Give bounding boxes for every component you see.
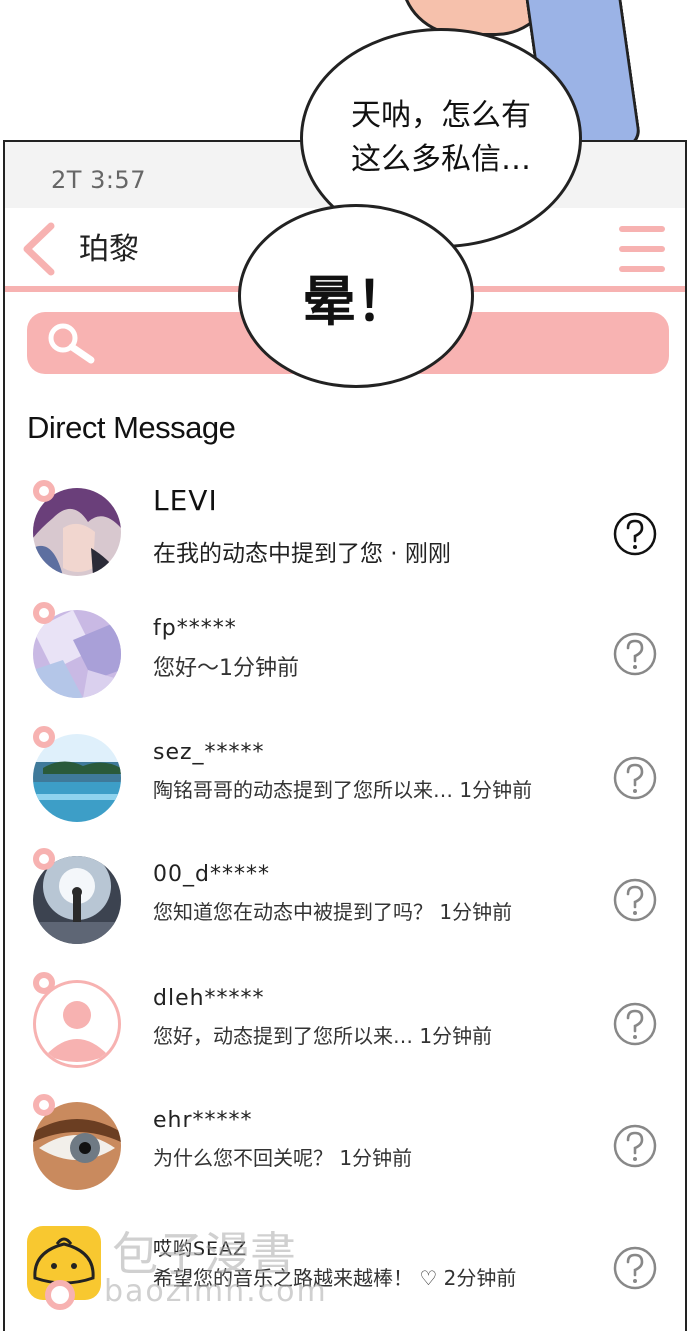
message-preview: 您知道您在动态中被提到了吗？ 1分钟前 bbox=[153, 900, 513, 924]
speech-bubble-text: 晕！ bbox=[302, 269, 410, 333]
sender-name: 00_d***** bbox=[153, 862, 270, 887]
back-chevron-icon[interactable] bbox=[17, 222, 61, 276]
unread-dot bbox=[33, 848, 55, 870]
message-preview: 在我的动态中提到了您 · 刚刚 bbox=[153, 541, 451, 567]
speech-bubble-text: 天呐，怎么有 这么多私信… bbox=[351, 98, 531, 177]
message-row[interactable]: dleh***** 您好，动态提到了您所以来… 1分钟前 bbox=[5, 972, 685, 1082]
question-circle-icon[interactable] bbox=[613, 632, 657, 676]
message-row[interactable]: fp***** 您好～1分钟前 bbox=[5, 602, 685, 712]
question-circle-icon[interactable] bbox=[613, 878, 657, 922]
speech-bubble: 晕！ bbox=[238, 204, 474, 388]
section-title: Direct Message bbox=[27, 410, 236, 445]
unread-dot bbox=[33, 480, 55, 502]
carrier-label: 2T bbox=[51, 166, 82, 194]
sender-name: sez_***** bbox=[153, 740, 265, 765]
unread-dot bbox=[33, 602, 55, 624]
hamburger-menu-icon[interactable] bbox=[619, 226, 665, 272]
question-circle-icon[interactable] bbox=[613, 512, 657, 556]
message-preview: 陶铭哥哥的动态提到了您所以来… 1分钟前 bbox=[153, 778, 533, 802]
question-circle-icon[interactable] bbox=[613, 1246, 657, 1290]
sender-name: fp***** bbox=[153, 616, 237, 641]
clock: 3:57 bbox=[90, 166, 146, 194]
status-text: 2T 3:57 bbox=[51, 166, 146, 194]
message-row[interactable]: 哎哟SEAZ 希望您的音乐之路越来越棒！ ♡ 2分钟前 bbox=[5, 1218, 685, 1328]
message-row[interactable]: ehr***** 为什么您不回关呢？ 1分钟前 bbox=[5, 1094, 685, 1204]
unread-dot bbox=[33, 726, 55, 748]
search-icon bbox=[48, 323, 95, 364]
message-preview: 您好～1分钟前 bbox=[153, 656, 299, 681]
message-preview: 您好，动态提到了您所以来… 1分钟前 bbox=[153, 1024, 493, 1048]
question-circle-icon[interactable] bbox=[613, 1002, 657, 1046]
unread-dot bbox=[45, 1280, 75, 1310]
message-row[interactable]: sez_***** 陶铭哥哥的动态提到了您所以来… 1分钟前 bbox=[5, 726, 685, 836]
unread-dot bbox=[33, 1094, 55, 1116]
sender-name: dleh***** bbox=[153, 986, 265, 1011]
sender-name: ehr***** bbox=[153, 1108, 253, 1133]
watermark-url: baozimh.com bbox=[104, 1274, 328, 1309]
question-circle-icon[interactable] bbox=[613, 756, 657, 800]
message-preview: 为什么您不回关呢？ 1分钟前 bbox=[153, 1146, 413, 1170]
unread-dot bbox=[33, 972, 55, 994]
question-circle-icon[interactable] bbox=[613, 1124, 657, 1168]
message-row[interactable]: LEVI 在我的动态中提到了您 · 刚刚 bbox=[5, 480, 685, 590]
sender-name: LEVI bbox=[153, 484, 218, 517]
message-row[interactable]: 00_d***** 您知道您在动态中被提到了吗？ 1分钟前 bbox=[5, 848, 685, 958]
page-title: 珀黎 bbox=[79, 232, 139, 267]
